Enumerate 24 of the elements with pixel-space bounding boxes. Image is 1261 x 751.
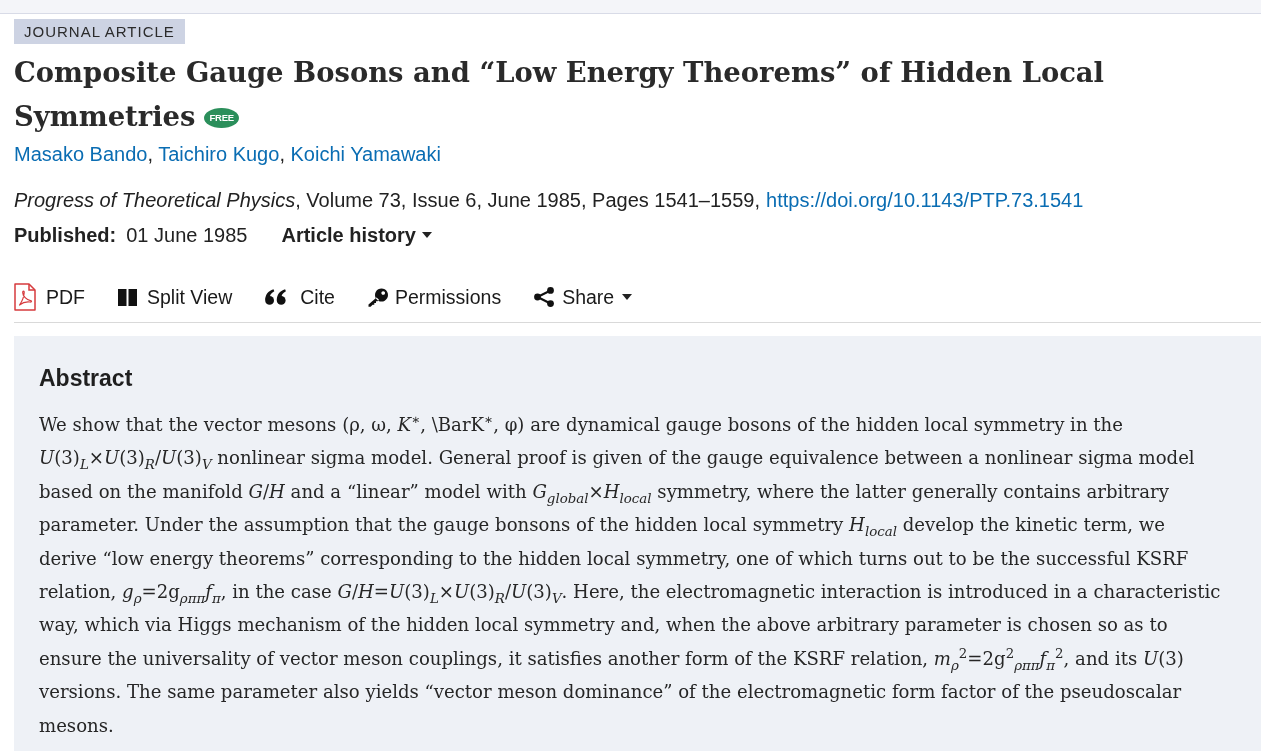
- published-date: 01 June 1985: [126, 223, 248, 247]
- author-link[interactable]: Koichi Yamawaki: [290, 143, 441, 165]
- key-icon: [367, 287, 388, 307]
- author-list: Masako Bando, Taichiro Kugo, Koichi Yamawaki: [14, 142, 441, 166]
- author-link[interactable]: Masako Bando: [14, 143, 148, 165]
- quote-marks-icon: [265, 289, 287, 305]
- citation-text: Progress of Theoretical Physics, Volume 73, Issue 6, June 1985, Pages 1541–1559, https://doi.org/10.1143/PTP.73.1541: [14, 188, 1084, 212]
- abstract-text: We show that the vector mesons (ρ, ω, K$^{∗}$, \BarK$^{∗}$, φ) are dynamical gauge bosons of the hidden local symmetry in the U(3)$_{L}$×U(3)$_{R}$/U(3)$_{V}$ nonlinear sigma model. General proof is given of the gauge equivalence between a nonlinear sigma model based on the manifold G/H and a “linear” model with G$_{global}$×H$_{local}$ symmetry, where the latter generally contains arbitrary parameter. Under the assumption that the gauge bonsons of the hidden local symmetry H$_{local}$ develop the kinetic term, we derive “low energy theorems” corresponding to the hidden local symmetry, one of which turns out to be the successful KSRF relation, g$_{ρ}$=2g$_{ρππ}$f$_{π}$, in the case G/H=U(3)$_{L}$×U(3)$_{R}$/U(3)$_{V}$. Here, the electromagnetic interaction is introduced in a characteristic way, which via Higgs mechanism of the hidden local symmetry and, when the above arbitrary parameter is chosen so as to ensure the universality of vector meson couplings, it satisfies another form of the KSRF relation, m$_{ρ}$$^{2}$=2g$^{2}$$_{ρππ}$f$_{π}$$^{2}$, and its U(3) versions. The same parameter also yields “vector meson dominance” of the electromagnetic form factor of the pseudoscalar mesons.: [39, 410, 1222, 738]
- cite-button[interactable]: Cite: [265, 282, 335, 312]
- split-view-icon: [118, 288, 137, 306]
- free-access-badge: FREE: [204, 108, 239, 128]
- article-title: Composite Gauge Bosons and “Low Energy Theorems” of Hidden Local Symmetries FREE: [14, 55, 1106, 134]
- doi-link[interactable]: https://doi.org/10.1143/PTP.73.1541: [766, 189, 1084, 211]
- pdf-file-icon: [14, 283, 36, 311]
- article-history-button[interactable]: Article history: [281, 223, 432, 247]
- permissions-button[interactable]: Permissions: [367, 282, 502, 312]
- share-button[interactable]: Share: [534, 282, 633, 312]
- author-link[interactable]: Taichiro Kugo: [158, 143, 280, 165]
- abstract-heading: Abstract: [39, 364, 133, 392]
- share-icon: [534, 287, 555, 307]
- pdf-link[interactable]: PDF: [14, 282, 85, 312]
- article-type-label: JOURNAL ARTICLE: [14, 19, 185, 44]
- published-label: Published:: [14, 223, 117, 247]
- split-view-button[interactable]: Split View: [118, 282, 233, 312]
